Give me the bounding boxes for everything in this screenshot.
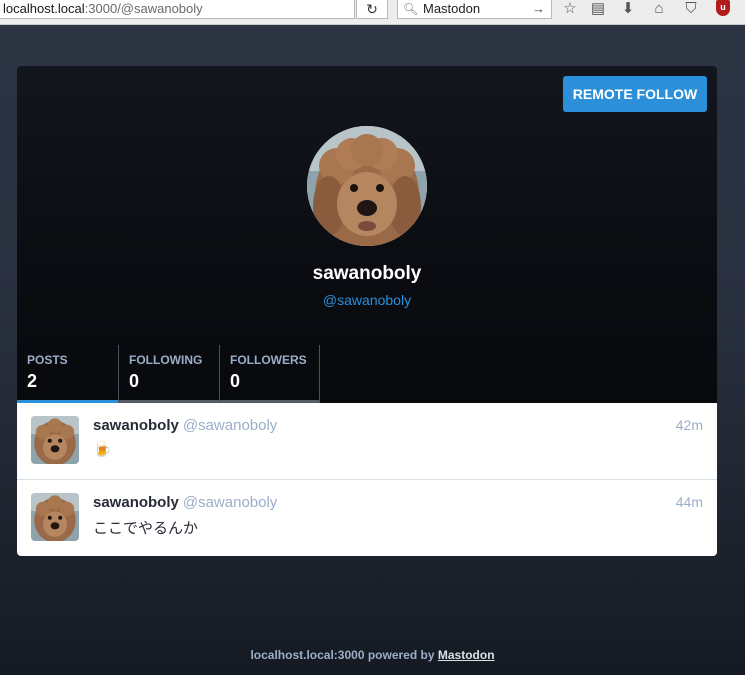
status-item[interactable]: sawanoboly @sawanoboly 44m ここでやるんか [17,479,717,556]
dog-avatar-image [31,416,79,464]
dog-avatar-image [307,126,427,246]
search-query: Mastodon [423,1,481,16]
status-avatar[interactable] [31,493,79,541]
browser-toolbar: localhost.local:3000/@sawanoboly ↻ 🔍︎ Ma… [0,0,745,25]
profile-username[interactable]: @sawanoboly [17,292,717,308]
counter-label: POSTS [27,353,68,367]
bookmark-star-icon[interactable]: ☆ [560,0,580,17]
counter-value: 0 [129,371,140,391]
counter-label: FOLLOWERS [230,353,307,367]
status-content: ここでやるんか [93,520,199,537]
status-display-name: sawanoboly [93,494,179,511]
counter-value: 2 [27,371,38,391]
url-path: :3000/@sawanoboly [84,1,203,16]
status-avatar[interactable] [31,416,79,464]
avatar [307,126,427,246]
home-icon[interactable]: ⌂ [649,0,669,17]
status-item[interactable]: sawanoboly @sawanoboly 42m 🍺 [17,403,717,479]
reading-list-icon[interactable]: ▤ [588,0,608,17]
ublock-icon[interactable]: u [716,0,730,16]
footer: localhost.local:3000 powered by Mastodon [0,648,745,662]
download-icon[interactable]: ⬇ [618,0,638,17]
counter-label: FOLLOWING [129,353,203,367]
status-content: 🍺 [93,441,112,458]
search-bar[interactable]: 🔍︎ Mastodon → [397,0,552,19]
counter-posts[interactable]: POSTS 2 [17,345,118,403]
status-time[interactable]: 44m [676,494,703,510]
status-acct: @sawanoboly [182,494,278,511]
url-bar[interactable]: localhost.local:3000/@sawanoboly [0,0,355,19]
dog-avatar-image [31,493,79,541]
profile-counters: POSTS 2 FOLLOWING 0 FOLLOWERS 0 [17,345,320,403]
footer-powered-by: powered by [367,648,435,662]
arrow-right-icon[interactable]: → [532,0,545,18]
reload-icon[interactable]: ↻ [356,0,388,19]
remote-follow-button[interactable]: REMOTE FOLLOW [563,76,707,112]
footer-domain: localhost.local:3000 [250,648,365,662]
counter-following[interactable]: FOLLOWING 0 [118,345,219,403]
status-display-name: sawanoboly [93,417,179,434]
counter-followers[interactable]: FOLLOWERS 0 [219,345,320,403]
status-acct: @sawanoboly [182,417,278,434]
profile-display-name: sawanoboly [312,263,422,284]
profile-header: REMOTE FOLLOW sawanoboly @sawanoboly POS… [17,66,717,403]
counter-value: 0 [230,371,241,391]
status-list: sawanoboly @sawanoboly 42m 🍺 sawanoboly @s… [17,403,717,556]
search-icon: 🔍︎ [403,2,419,16]
url-host: localhost.local [3,1,85,16]
status-time[interactable]: 42m [676,417,703,433]
status-author[interactable]: sawanoboly @sawanoboly [93,494,277,511]
status-author[interactable]: sawanoboly @sawanoboly [93,417,277,434]
footer-mastodon-link[interactable]: Mastodon [438,648,495,662]
pocket-icon[interactable]: ⛉ [681,0,701,17]
